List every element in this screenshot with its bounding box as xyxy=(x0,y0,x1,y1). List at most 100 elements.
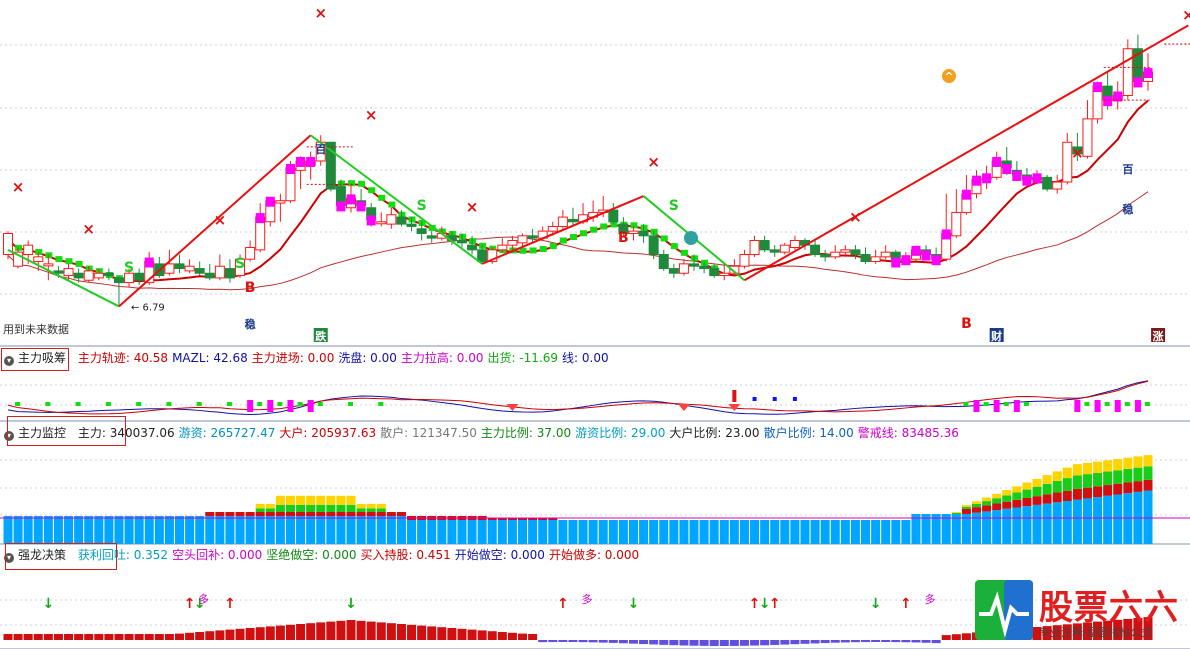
candle-body xyxy=(204,272,215,279)
indicator-label: 买入持股: 0.451 xyxy=(360,548,451,562)
candle-body xyxy=(406,223,417,227)
retail-bar xyxy=(467,520,477,544)
hotmoney-bar xyxy=(1123,468,1133,483)
main-force-bar xyxy=(296,495,306,505)
candle-body xyxy=(860,254,871,263)
zigzag-segment xyxy=(743,24,1189,282)
candle-body xyxy=(689,263,700,267)
retail-bar xyxy=(840,520,850,544)
hold-bar xyxy=(23,634,33,640)
pressure-block xyxy=(992,156,1002,167)
retail-bar xyxy=(356,516,366,544)
ship-dot xyxy=(226,402,232,406)
main-force-bar xyxy=(1042,475,1052,484)
bigholder-bar xyxy=(1062,490,1072,501)
bigholder-bar xyxy=(982,505,992,512)
collapse-icon[interactable]: ▾ xyxy=(4,431,14,441)
retail-bar xyxy=(1103,495,1113,544)
retail-bar xyxy=(820,520,830,544)
hold-bar xyxy=(477,630,487,640)
hold-bar xyxy=(356,620,366,640)
candle-body xyxy=(870,256,881,263)
main-force-bar xyxy=(971,501,981,504)
hotmoney-bar xyxy=(1052,480,1062,493)
retail-bar xyxy=(437,520,447,544)
candle-body xyxy=(73,272,84,279)
short-bar xyxy=(800,640,810,644)
retail-bar xyxy=(94,516,104,544)
hold-bar xyxy=(427,626,437,640)
candle-body xyxy=(779,244,790,253)
hold-bar xyxy=(528,634,538,640)
retail-bar xyxy=(1042,503,1052,544)
bigholder-bar xyxy=(326,512,336,516)
pressure-block xyxy=(346,194,356,205)
signal-tag: 涨 xyxy=(1153,329,1164,343)
retail-bar xyxy=(185,516,195,544)
trade-arrow-down: ↓ xyxy=(628,596,640,612)
indicator-label: 警戒线: 83485.36 xyxy=(857,426,959,440)
retail-bar xyxy=(750,520,760,544)
indicator-label: 主力: 340037.06 xyxy=(77,426,175,440)
main-force-bar xyxy=(275,495,285,505)
bigholder-bar xyxy=(255,512,265,516)
retail-bar xyxy=(790,520,800,544)
bigholder-bar xyxy=(396,512,406,516)
trail-marker xyxy=(539,245,547,252)
bigholder-bar xyxy=(1113,483,1123,495)
retail-bar xyxy=(275,516,285,544)
retail-bar xyxy=(497,520,507,544)
hold-bar xyxy=(386,623,396,640)
retail-bar xyxy=(195,516,205,544)
candle-body xyxy=(245,247,256,260)
bigholder-bar xyxy=(386,512,396,516)
hold-bar xyxy=(518,633,528,640)
main-force-bar xyxy=(1022,482,1032,490)
retail-bar xyxy=(326,516,336,544)
ship-dot xyxy=(1124,402,1130,406)
indicator-label: 游资: 265727.47 xyxy=(178,426,276,440)
retail-bar xyxy=(396,516,406,544)
ship-dot xyxy=(1104,402,1110,406)
hold-bar xyxy=(316,622,326,640)
retail-bar xyxy=(225,516,235,544)
candle-body xyxy=(951,211,962,237)
lift-bar xyxy=(973,400,980,412)
orange-up-icon-glyph: ^ xyxy=(944,70,953,83)
candle-body xyxy=(517,235,528,244)
wash-dot xyxy=(772,397,777,401)
retail-bar xyxy=(719,520,729,544)
candle-body xyxy=(23,244,34,256)
bigholder-bar xyxy=(346,512,356,516)
retail-bar xyxy=(679,520,689,544)
candle-body xyxy=(628,230,639,234)
collapse-icon[interactable]: ▾ xyxy=(4,553,14,563)
hold-bar xyxy=(104,634,114,640)
panel-title: 强龙决策 xyxy=(18,548,67,562)
candle-body xyxy=(467,244,478,251)
retail-bar xyxy=(800,520,810,544)
hold-bar xyxy=(941,635,951,640)
bigholder-bar xyxy=(265,512,275,516)
candle-body xyxy=(43,263,54,267)
indicator-label: 散户: 121347.50 xyxy=(380,426,477,440)
retail-bar xyxy=(628,520,638,544)
candle-body xyxy=(699,265,710,270)
retail-bar xyxy=(982,511,992,544)
candle-body xyxy=(1082,118,1093,157)
retail-bar xyxy=(891,520,901,544)
sell-cross-marker: × xyxy=(82,220,95,238)
short-bar xyxy=(689,640,699,646)
candle-body xyxy=(1122,48,1133,96)
lift-bar xyxy=(267,400,274,412)
retail-bar xyxy=(709,520,719,544)
signal-tag: 百 xyxy=(315,143,326,156)
long-signal-label: 多 xyxy=(198,592,209,606)
pressure-block xyxy=(1032,173,1042,184)
short-bar xyxy=(618,640,628,644)
retail-bar xyxy=(235,516,245,544)
collapse-icon[interactable]: ▾ xyxy=(4,356,14,366)
candle-body xyxy=(769,249,780,253)
short-bar xyxy=(578,640,588,643)
hold-bar xyxy=(53,634,63,640)
